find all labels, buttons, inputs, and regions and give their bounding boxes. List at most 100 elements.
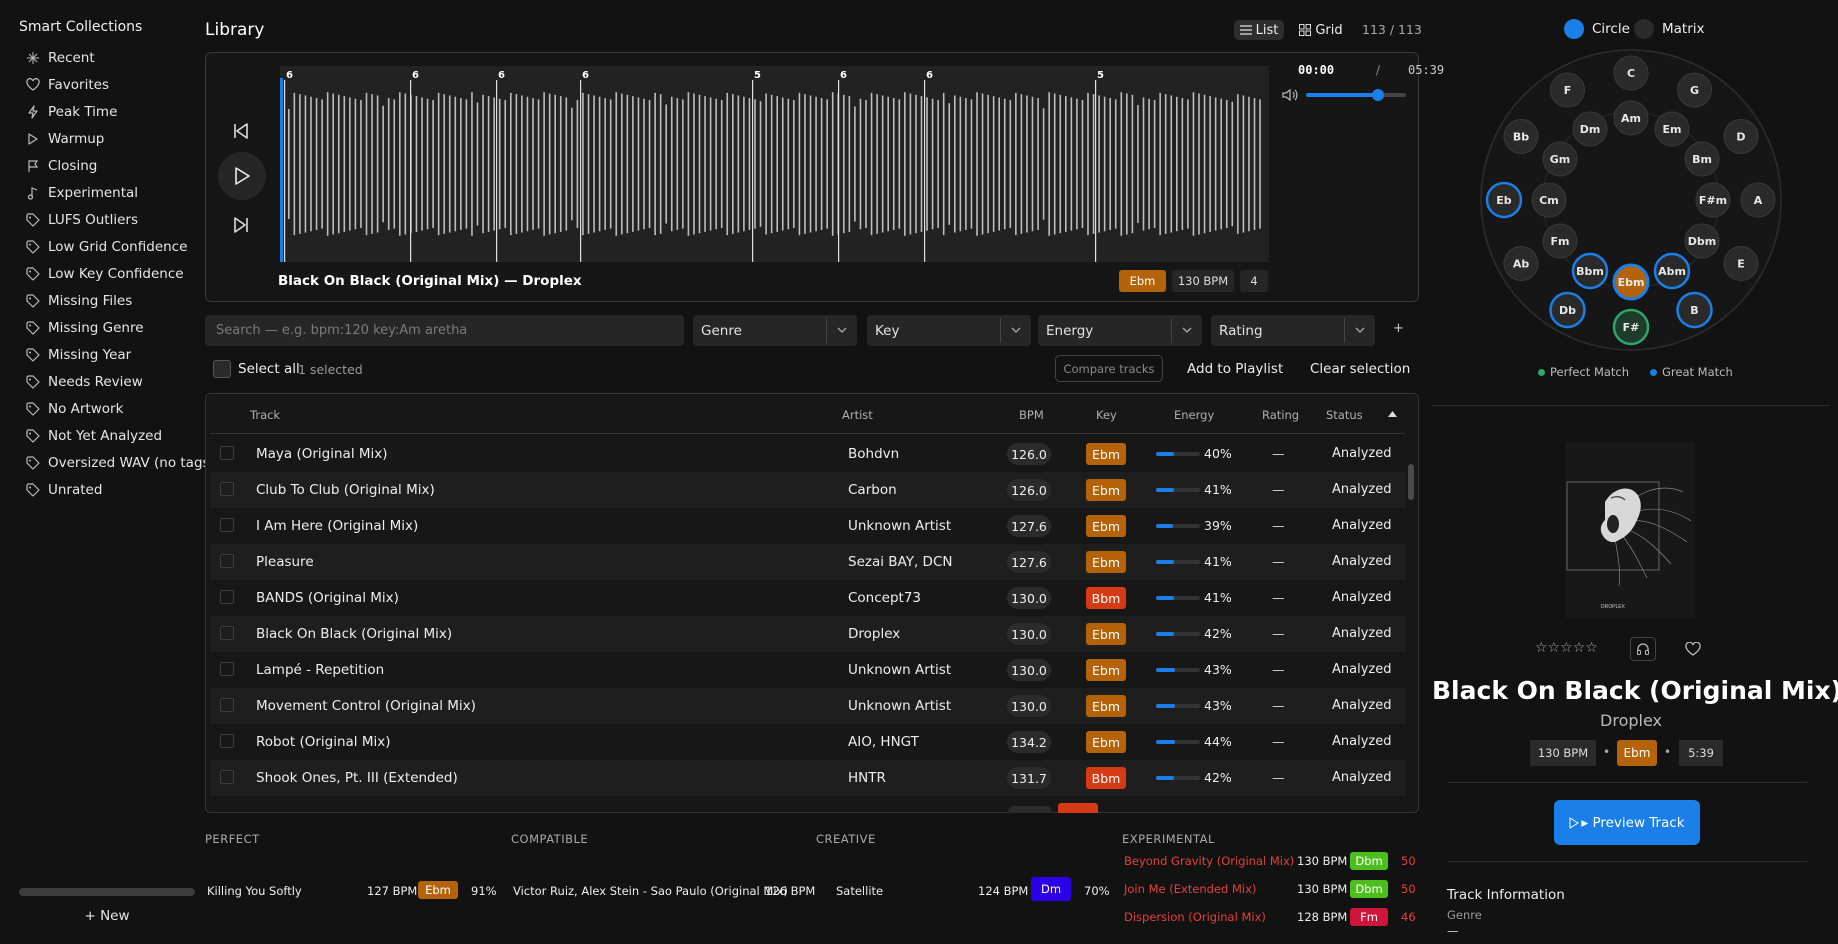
rating-cell[interactable]: —: [1272, 482, 1285, 497]
sidebar-item-warmup[interactable]: Warmup: [26, 125, 196, 152]
column-header-status[interactable]: Status: [1326, 408, 1363, 422]
row-checkbox[interactable]: [220, 770, 234, 784]
rating-cell[interactable]: —: [1272, 734, 1285, 749]
creative-suggestion-title[interactable]: Satellite: [836, 884, 883, 898]
play-button[interactable]: [218, 152, 266, 200]
energy-dropdown[interactable]: Energy: [1038, 315, 1202, 346]
sort-ascending-icon[interactable]: [1388, 411, 1397, 417]
add-to-playlist-button[interactable]: Add to Playlist: [1187, 361, 1283, 377]
sidebar-item-needs-review[interactable]: Needs Review: [26, 368, 196, 395]
genre-dropdown[interactable]: Genre: [693, 315, 857, 346]
table-row[interactable]: Pleasure Sezai BAY, DCN 127.6 Ebm 41% — Analyz…: [210, 544, 1406, 580]
rating-cell[interactable]: —: [1272, 554, 1285, 569]
view-list-toggle[interactable]: List: [1234, 20, 1284, 40]
table-row[interactable]: Movement Control (Original Mix) Unknown A…: [210, 688, 1406, 724]
perfect-suggestion-title[interactable]: Killing You Softly: [207, 884, 302, 898]
rating-cell[interactable]: —: [1272, 446, 1285, 461]
rating-cell[interactable]: —: [1272, 698, 1285, 713]
sidebar-item-oversized-wav-no-tags[interactable]: Oversized WAV (no tags): [26, 449, 215, 476]
tag-icon: [26, 212, 40, 227]
sidebar-item-missing-files[interactable]: Missing Files: [26, 287, 196, 314]
sidebar-item-missing-genre[interactable]: Missing Genre: [26, 314, 196, 341]
favorite-button[interactable]: [1682, 638, 1704, 660]
key-badge: Ebm: [1086, 515, 1126, 537]
key-dropdown[interactable]: Key: [867, 315, 1031, 346]
sidebar-item-missing-year[interactable]: Missing Year: [26, 341, 196, 368]
select-all-checkbox[interactable]: [213, 360, 231, 378]
compatible-suggestion-title[interactable]: Victor Ruiz, Alex Stein - Sao Paulo (Ori…: [513, 884, 788, 898]
select-all-label[interactable]: Select all: [238, 361, 300, 377]
row-checkbox[interactable]: [220, 518, 234, 532]
matrix-mode-label[interactable]: Matrix: [1662, 21, 1705, 37]
sidebar-item-favorites[interactable]: Favorites: [26, 71, 196, 98]
rating-stars-text[interactable]: ☆☆☆☆☆: [1535, 640, 1598, 656]
waveform[interactable]: 6 6 6 6 5 6 6 5: [280, 66, 1269, 262]
volume-thumb[interactable]: [1372, 89, 1384, 101]
next-track-button[interactable]: [226, 210, 256, 240]
volume-icon[interactable]: [1282, 88, 1298, 102]
sidebar-item-no-artwork[interactable]: No Artwork: [26, 395, 196, 422]
column-header-artist[interactable]: Artist: [842, 408, 873, 422]
rating-cell[interactable]: —: [1272, 770, 1285, 785]
sidebar-item-peak-time[interactable]: Peak Time: [26, 98, 196, 125]
rating-dropdown[interactable]: Rating: [1211, 315, 1375, 346]
sidebar-item-low-grid-confidence[interactable]: Low Grid Confidence: [26, 233, 196, 260]
headphones-button[interactable]: [1630, 637, 1656, 661]
row-checkbox[interactable]: [220, 446, 234, 460]
search-input[interactable]: [205, 315, 684, 346]
sidebar-item-not-yet-analyzed[interactable]: Not Yet Analyzed: [26, 422, 196, 449]
sidebar-item-low-key-confidence[interactable]: Low Key Confidence: [26, 260, 196, 287]
table-row[interactable]: Black On Black (Original Mix) Droplex 130.…: [210, 616, 1406, 652]
sidebar-item-lufs-outliers[interactable]: LUFS Outliers: [26, 206, 196, 233]
previous-track-button[interactable]: [226, 116, 256, 146]
camelot-wheel[interactable]: C G D A E B F# Db Ab Eb Bb F Am Em Bm F#m Dbm Abm Ebm Bbm Fm…: [1478, 48, 1784, 358]
playhead[interactable]: [280, 78, 283, 262]
sidebar-item-recent[interactable]: Recent: [26, 44, 196, 71]
new-collection-button[interactable]: + New: [19, 908, 195, 924]
row-checkbox[interactable]: [220, 554, 234, 568]
sidebar-scrollbar[interactable]: [19, 888, 195, 896]
table-row[interactable]: I Am Here (Original Mix) Unknown Artist 12…: [210, 508, 1406, 544]
waveform-bar: [371, 94, 373, 234]
table-row[interactable]: Maya (Original Mix) Bohdvn 126.0 Ebm 40% — Ana…: [210, 436, 1406, 472]
rating-cell[interactable]: —: [1272, 662, 1285, 677]
row-checkbox[interactable]: [220, 482, 234, 496]
sidebar-item-closing[interactable]: Closing: [26, 152, 196, 179]
column-header-energy[interactable]: Energy: [1174, 408, 1214, 422]
row-checkbox[interactable]: [220, 590, 234, 604]
experimental-suggestion-title[interactable]: Dispersion (Original Mix): [1124, 910, 1266, 924]
clear-selection-button[interactable]: Clear selection: [1310, 361, 1410, 377]
table-row[interactable]: Robot (Original Mix) AIO, HNGT 134.2 Ebm 44%…: [210, 724, 1406, 760]
table-row[interactable]: Lampé - Repetition Unknown Artist 130.0 Ebm…: [210, 652, 1406, 688]
row-checkbox[interactable]: [220, 734, 234, 748]
circle-mode-label[interactable]: Circle: [1592, 21, 1630, 37]
column-header-track[interactable]: Track: [250, 408, 280, 422]
table-row[interactable]: BANDS (Original Mix) Concept73 130.0 Bbm 41%…: [210, 580, 1406, 616]
waveform-bar: [304, 95, 307, 233]
add-filter-button[interactable]: +: [1393, 321, 1404, 336]
table-scrollbar[interactable]: [1408, 464, 1414, 500]
sidebar-item-unrated[interactable]: Unrated: [26, 476, 196, 503]
rating-stars[interactable]: ☆☆☆☆☆: [1535, 640, 1600, 656]
compare-tracks-button[interactable]: Compare tracks: [1055, 355, 1163, 382]
circle-mode-radio[interactable]: [1564, 19, 1584, 39]
table-row[interactable]: Club To Club (Original Mix) Carbon 126.0 Eb…: [210, 472, 1406, 508]
table-row[interactable]: Shook Ones, Pt. III (Extended) HNTR 131.7 B…: [210, 760, 1406, 796]
row-checkbox[interactable]: [220, 698, 234, 712]
rating-cell[interactable]: —: [1272, 590, 1285, 605]
column-header-rating[interactable]: Rating: [1262, 408, 1299, 422]
view-grid-toggle[interactable]: Grid: [1296, 20, 1346, 40]
row-checkbox[interactable]: [220, 662, 234, 676]
wheel-key-label: Abm: [1658, 265, 1686, 278]
sidebar-item-experimental[interactable]: Experimental: [26, 179, 196, 206]
column-header-key[interactable]: Key: [1096, 408, 1117, 422]
artist-cell: Unknown Artist: [848, 698, 952, 714]
experimental-suggestion-title[interactable]: Beyond Gravity (Original Mix): [1124, 854, 1294, 868]
preview-track-button[interactable]: ▸ Preview Track: [1554, 800, 1700, 845]
experimental-suggestion-title[interactable]: Join Me (Extended Mix): [1124, 882, 1256, 896]
row-checkbox[interactable]: [220, 626, 234, 640]
rating-cell[interactable]: —: [1272, 626, 1285, 641]
matrix-mode-radio[interactable]: [1634, 19, 1654, 39]
rating-cell[interactable]: —: [1272, 518, 1285, 533]
column-header-bpm[interactable]: BPM: [1019, 408, 1044, 422]
